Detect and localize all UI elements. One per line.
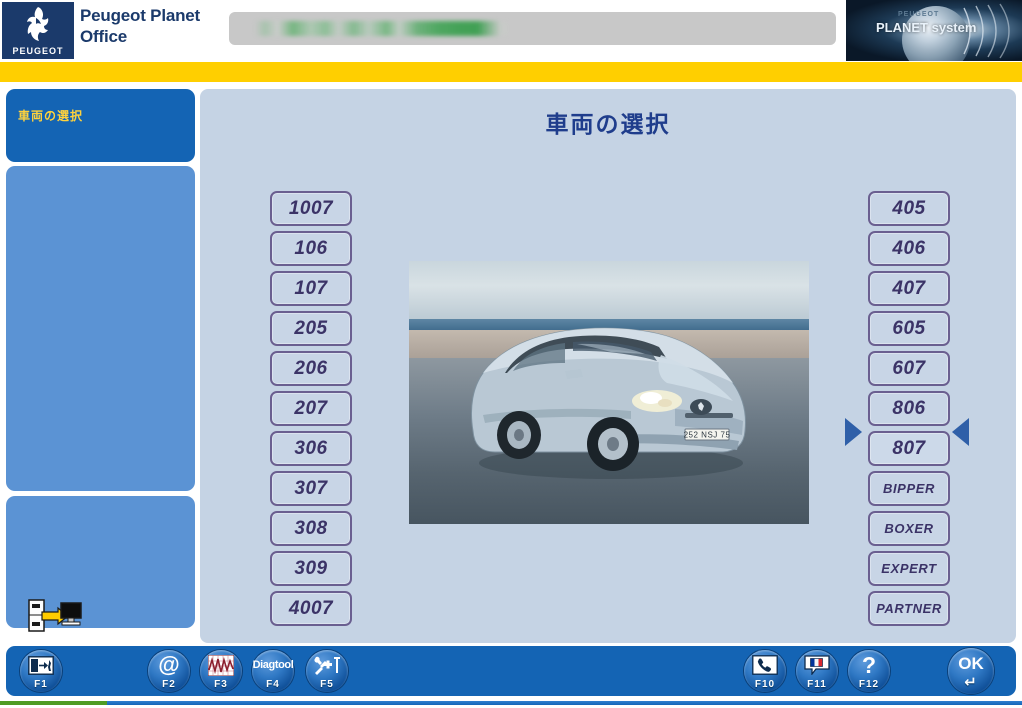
f4-label: F4 [266,679,280,690]
model-button[interactable]: 205 [270,311,352,346]
vehicle-image: 252 NSJ 75 [409,261,809,524]
model-button[interactable]: 309 [270,551,352,586]
model-button[interactable]: 407 [868,271,950,306]
model-button[interactable]: 306 [270,431,352,466]
model-button[interactable]: 406 [868,231,950,266]
help-icon: ? [861,651,877,678]
model-button[interactable]: 1007 [270,191,352,226]
model-button[interactable]: 308 [270,511,352,546]
peugeot-logo: PEUGEOT [2,2,74,59]
model-list-right: 405 406 407 605 607 806 807 BIPPER BOXER… [868,191,950,626]
model-button[interactable]: EXPERT [868,551,950,586]
page-title: 車両の選択 [545,111,671,137]
sidebar-panel-secondary[interactable] [6,166,195,491]
email-icon: @ [158,652,180,677]
status-progress-blue [107,701,1022,705]
f3-label: F3 [214,679,228,690]
f2-email-button[interactable]: @ F2 [148,650,190,692]
f12-help-button[interactable]: ? ↵ F12 [848,650,890,692]
model-button[interactable]: 607 [868,351,950,386]
svg-text:252 NSJ 75: 252 NSJ 75 [684,431,731,440]
enter-arrow-icon: ↵ [964,674,978,691]
peugeot-807-car-graphic: 252 NSJ 75 [470,327,746,479]
f2-label: F2 [162,679,176,690]
f10-label: F10 [754,679,776,690]
model-button[interactable]: BIPPER [868,471,950,506]
sidebar-item-label: 車両の選択 [18,109,84,123]
f11-language-button[interactable]: F11 [796,650,838,692]
ok-button[interactable]: OK ↵ [948,648,994,694]
f1-label: F1 [34,679,48,690]
app-title: Peugeot Planet Office [80,6,201,46]
model-button[interactable]: 405 [868,191,950,226]
model-button[interactable]: 806 [868,391,950,426]
model-button[interactable]: 605 [868,311,950,346]
vehicle-info-field[interactable] [229,12,836,45]
f11-label: F11 [807,679,827,690]
f1-exit-button[interactable]: F1 [20,650,62,692]
sidebar-panel-tools[interactable] [6,496,195,632]
app-header: PEUGEOT Peugeot Planet Office PEUGEOT PL… [0,0,1022,62]
f4-diagtool-button[interactable]: Diagtool F4 [252,650,294,692]
status-progress-green [0,701,107,705]
redacted-text [255,21,508,36]
workspace: 車両の選択 車両の選択 1007 106 107 205 206 207 306… [0,82,1022,643]
model-button[interactable]: PARTNER [868,591,950,626]
f5-label: F5 [320,679,334,690]
model-list-left: 1007 106 107 205 206 207 306 307 308 309… [270,191,352,626]
model-button[interactable]: 107 [270,271,352,306]
model-button[interactable]: 206 [270,351,352,386]
model-button-selected[interactable]: 807 [868,431,950,466]
planet-logo-sub: PEUGEOT [898,11,940,18]
selection-arrow-left-icon [845,418,862,446]
function-key-toolbar: F1 @ F2 F3 Diagtool F4 F5 F10 F11 ? F12 … [6,646,1016,696]
model-button[interactable]: BOXER [868,511,950,546]
accent-bar [0,62,1022,82]
planet-system-banner: PEUGEOT PLANET system [846,0,1022,61]
sidebar-item-vehicle-selection[interactable]: 車両の選択 [6,89,195,162]
diagtool-icon: Diagtool [252,659,294,671]
f3-measurement-button[interactable]: F3 [200,650,242,692]
f12-key-label: F12 [858,679,880,690]
phone-icon [744,653,786,677]
waveform-icon [200,653,242,677]
model-button[interactable]: 106 [270,231,352,266]
tools-icon [306,653,348,677]
signal-waves-icon [963,3,1010,59]
model-button[interactable]: 307 [270,471,352,506]
exit-icon [20,653,62,677]
model-button[interactable]: 4007 [270,591,352,626]
selection-arrow-right-icon [952,418,969,446]
vehicle-selection-card: 車両の選択 1007 106 107 205 206 207 306 307 3… [200,89,1016,643]
status-strip [0,700,1022,706]
peugeot-wordmark: PEUGEOT [12,46,64,56]
model-button[interactable]: 207 [270,391,352,426]
peugeot-lion-icon [27,7,49,41]
data-transfer-to-pc-icon[interactable] [28,598,82,634]
f5-tools-button[interactable]: F5 [306,650,348,692]
language-flag-icon [796,653,838,677]
f10-phone-button[interactable]: F10 [744,650,786,692]
